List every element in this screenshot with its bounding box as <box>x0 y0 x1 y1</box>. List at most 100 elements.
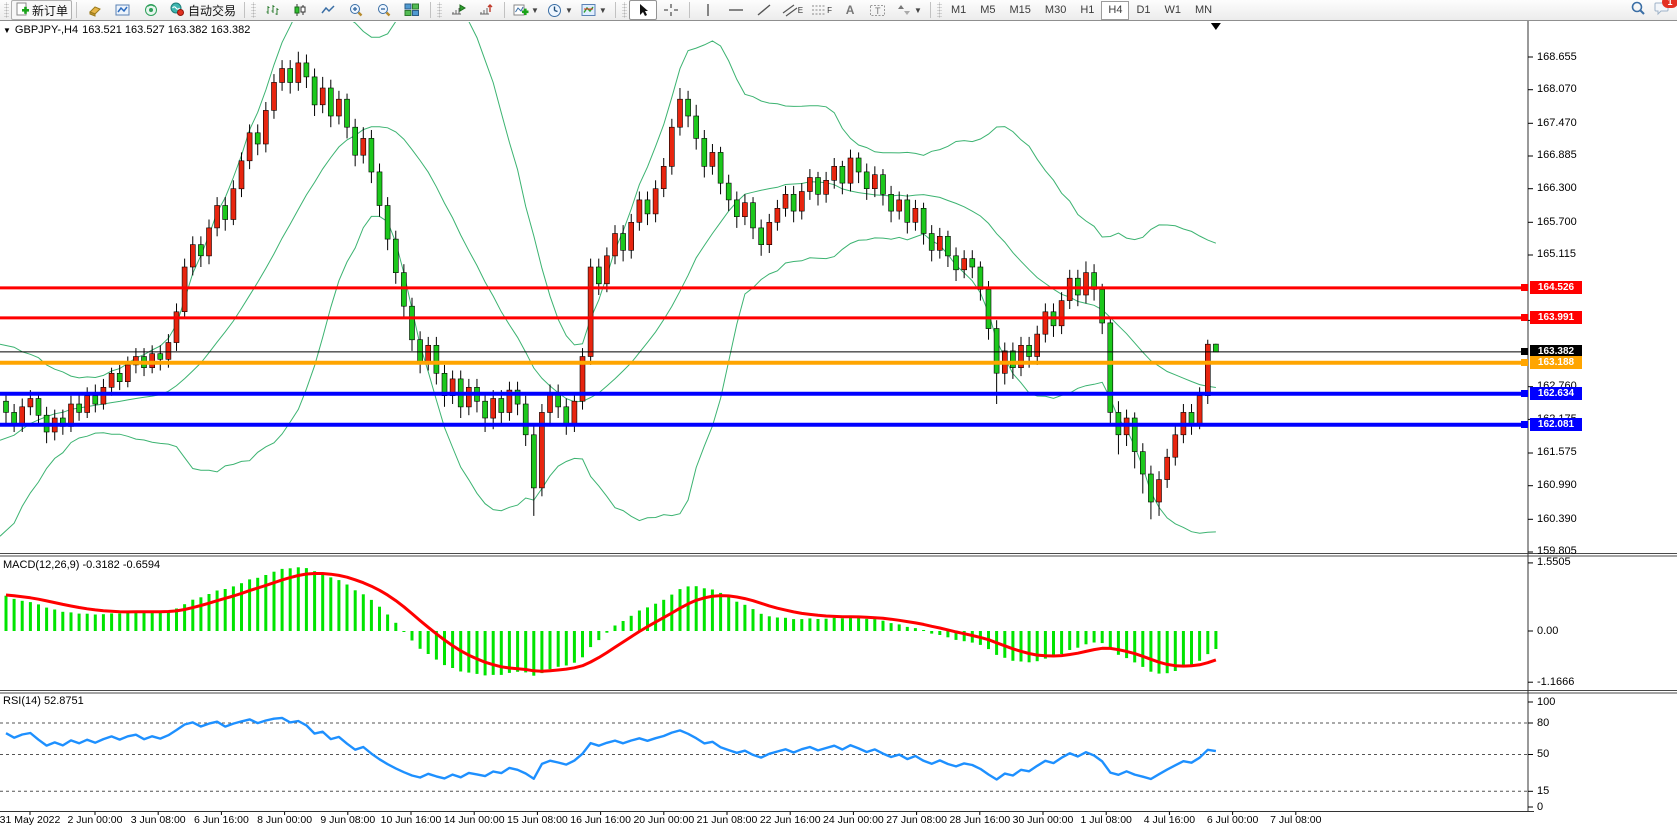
date-axis-label: 31 May 2022 <box>0 814 60 826</box>
timeframe-m30-button[interactable]: M30 <box>1038 1 1073 20</box>
rsi-line <box>6 718 1216 780</box>
date-axis-label: 6 Jun 16:00 <box>194 814 249 826</box>
toolbar-grip[interactable] <box>937 2 942 18</box>
one-click-dropdown-icon[interactable]: ▼ <box>3 26 11 35</box>
date-axis-label: 3 Jun 08:00 <box>131 814 186 826</box>
toolbar-separator <box>244 2 245 18</box>
toolbar-separator <box>430 2 431 18</box>
chart-window: ▼ GBPJPY-,H4 163.521 163.527 163.382 163… <box>0 21 1677 833</box>
horizontal-line-tool-button[interactable] <box>722 0 750 20</box>
timeframe-h1-button[interactable]: H1 <box>1073 1 1101 20</box>
price-axis-tick: 160.390 <box>1537 513 1577 525</box>
search-icon[interactable] <box>1630 0 1646 21</box>
periods-button[interactable]: ▼ <box>543 0 577 20</box>
timeframe-m5-button[interactable]: M5 <box>973 1 1002 20</box>
fibo-subscript: F <box>827 6 832 15</box>
toolbar-separator <box>689 2 690 18</box>
text-tool-glyph: A <box>846 3 855 17</box>
svg-text:T: T <box>875 6 881 16</box>
timeframe-toolbar: M1M5M15M30H1H4D1W1MN <box>944 1 1219 20</box>
timeframe-w1-button[interactable]: W1 <box>1158 1 1189 20</box>
date-axis-label: 7 Jul 08:00 <box>1270 814 1321 826</box>
line-chart-type-button[interactable] <box>314 0 342 20</box>
auto-trading-button[interactable]: 自动交易 <box>165 0 240 20</box>
price-axis-tick: 167.470 <box>1537 117 1577 129</box>
toolbar-grip[interactable] <box>4 2 9 18</box>
price-level-badge[interactable]: 163.991 <box>1530 311 1582 324</box>
date-axis-label: 24 Jun 00:00 <box>823 814 884 826</box>
price-axis-tick: 166.885 <box>1537 149 1577 161</box>
price-level-badge[interactable]: 164.526 <box>1530 281 1582 294</box>
templates-button[interactable]: ▼ <box>577 0 611 20</box>
zoom-out-button[interactable] <box>370 0 398 20</box>
chevron-down-icon: ▼ <box>565 6 573 15</box>
price-level-badge[interactable]: 162.634 <box>1530 387 1582 400</box>
auto-trading-label: 自动交易 <box>188 2 236 19</box>
text-label-tool-button[interactable]: T <box>864 0 892 20</box>
chart-shift-marker-icon[interactable] <box>1211 23 1221 30</box>
date-axis-label: 4 Jul 16:00 <box>1144 814 1195 826</box>
toolbar-grip[interactable] <box>622 2 627 18</box>
date-axis-label: 16 Jun 16:00 <box>570 814 631 826</box>
toolbar-separator <box>76 2 77 18</box>
timeframe-d1-button[interactable]: D1 <box>1129 1 1157 20</box>
signals-button[interactable] <box>137 0 165 20</box>
bar-chart-type-button[interactable] <box>258 0 286 20</box>
date-axis-label: 30 Jun 00:00 <box>1013 814 1074 826</box>
trendline-tool-button[interactable] <box>750 0 778 20</box>
rsi-indicator-label: RSI(14) 52.8751 <box>3 695 84 707</box>
price-axis-tick: 166.300 <box>1537 182 1577 194</box>
cursor-tool-button[interactable] <box>629 0 657 20</box>
rsi-axis-tick: 80 <box>1537 717 1549 729</box>
date-axis-label: 21 Jun 08:00 <box>697 814 758 826</box>
macd-axis-tick: 0.00 <box>1537 625 1558 637</box>
auto-scroll-button[interactable] <box>444 0 472 20</box>
date-axis-label: 22 Jun 16:00 <box>760 814 821 826</box>
date-axis-label: 15 Jun 08:00 <box>507 814 568 826</box>
price-level-badge[interactable]: 163.188 <box>1530 356 1582 369</box>
new-order-button[interactable]: 新订单 <box>11 0 72 20</box>
chevron-down-icon: ▼ <box>914 6 922 15</box>
toolbar-separator <box>930 2 931 18</box>
channel-tool-button[interactable]: E <box>778 0 807 20</box>
date-axis-label: 10 Jun 16:00 <box>381 814 442 826</box>
price-axis-tick: 165.115 <box>1537 248 1576 260</box>
vertical-line-tool-button[interactable] <box>694 0 722 20</box>
date-axis-label: 2 Jun 00:00 <box>68 814 123 826</box>
symbol-header: ▼ GBPJPY-,H4 163.521 163.527 163.382 163… <box>3 24 250 36</box>
timeframe-m1-button[interactable]: M1 <box>944 1 973 20</box>
timeframe-h4-button[interactable]: H4 <box>1101 1 1129 20</box>
price-axis-tick: 168.655 <box>1537 51 1577 63</box>
zoom-in-button[interactable] <box>342 0 370 20</box>
styles-button[interactable] <box>81 0 109 20</box>
candlestick-chart-type-button[interactable] <box>286 0 314 20</box>
text-tool-button[interactable]: A <box>836 0 864 20</box>
timeframe-mn-button[interactable]: MN <box>1188 1 1219 20</box>
chart-shift-button[interactable] <box>472 0 500 20</box>
macd-histogram <box>5 567 1218 675</box>
indicators-button[interactable]: ▼ <box>509 0 543 20</box>
date-axis-label: 28 Jun 16:00 <box>949 814 1010 826</box>
date-axis-label: 14 Jun 00:00 <box>444 814 505 826</box>
notifications-icon[interactable]: 1 <box>1654 0 1671 21</box>
price-chart-canvas[interactable] <box>0 21 1677 833</box>
fibonacci-tool-button[interactable]: F <box>807 0 836 20</box>
tile-windows-button[interactable] <box>398 0 426 20</box>
date-axis-label: 9 Jun 08:00 <box>320 814 375 826</box>
crosshair-tool-button[interactable] <box>657 0 685 20</box>
rsi-axis-tick: 15 <box>1537 785 1549 797</box>
price-axis-tick: 161.575 <box>1537 446 1577 458</box>
timeframe-m15-button[interactable]: M15 <box>1003 1 1038 20</box>
toolbar-grip[interactable] <box>251 2 256 18</box>
toolbar-grip[interactable] <box>437 2 442 18</box>
ohlc-values-label: 163.521 163.527 163.382 163.382 <box>82 24 250 36</box>
rsi-axis-tick: 0 <box>1537 801 1543 813</box>
chevron-down-icon: ▼ <box>531 6 539 15</box>
profiles-button[interactable] <box>109 0 137 20</box>
macd-signal-line <box>6 574 1216 672</box>
auto-trading-icon <box>169 2 185 19</box>
price-axis-tick: 160.990 <box>1537 479 1577 491</box>
macd-axis-tick: 1.5505 <box>1537 556 1571 568</box>
arrows-tool-button[interactable]: ▼ <box>892 0 926 20</box>
price-level-badge[interactable]: 162.081 <box>1530 418 1582 431</box>
